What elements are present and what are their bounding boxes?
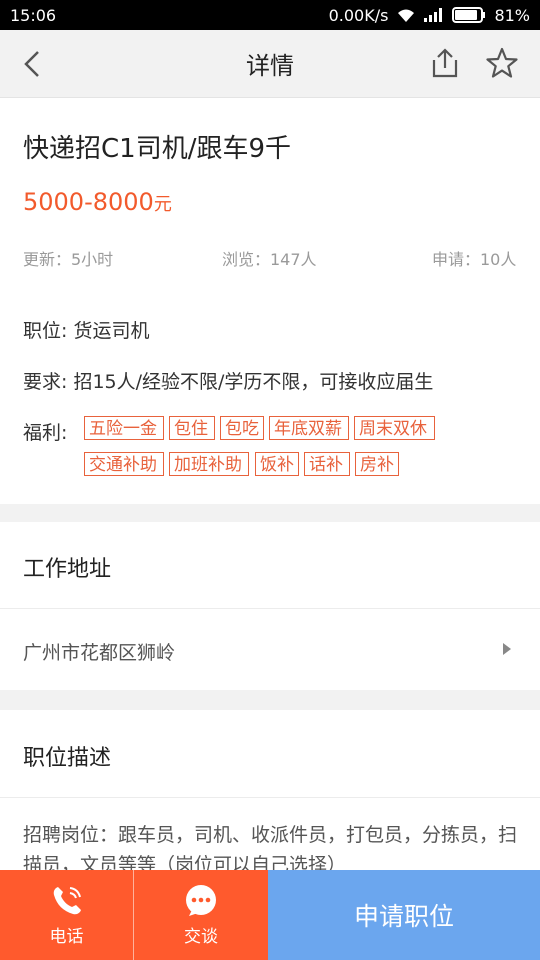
benefit-tag: 加班补助 [169,452,249,476]
chat-button[interactable]: 交谈 [134,870,268,960]
salary-unit: 元 [153,194,172,215]
benefit-tag: 五险一金 [84,416,164,440]
update-time: 更新：5小时 [23,250,114,269]
apply-button[interactable]: 申请职位 [268,870,540,960]
status-right: 0.00K/s 81% [329,6,530,25]
requirement-value: 招15人/经验不限/学历不限，可接收应届生 [73,371,434,393]
benefit-tag: 交通补助 [84,452,164,476]
status-time: 15:06 [10,5,57,25]
position-value: 货运司机 [73,320,150,342]
address-value: 广州市花都区狮岭 [23,642,176,664]
benefits-label: 福利: [23,422,68,444]
bottom-action-bar: 电话 交谈 申请职位 [0,870,540,960]
position-row: 职位: 货运司机 [23,316,149,343]
apply-count: 申请：10人 [432,250,517,269]
benefit-tag: 包住 [169,416,215,440]
requirement-row: 要求: 招15人/经验不限/学历不限，可接收应届生 [23,367,433,394]
signal-icon [424,8,443,22]
benefit-tag: 年底双薪 [269,416,349,440]
salary: 5000-8000元 [23,188,172,216]
phone-label: 电话 [49,926,84,947]
requirement-label: 要求: [23,371,68,393]
wifi-icon [398,9,415,22]
address-heading: 工作地址 [23,557,112,582]
status-bar: 15:06 0.00K/s 81% [0,0,540,30]
position-label: 职位: [23,320,68,342]
benefit-tag: 话补 [304,452,350,476]
share-icon[interactable] [428,46,462,80]
battery-level: 81% [494,5,530,25]
description-heading: 职位描述 [23,746,112,771]
page-title: 详情 [246,52,294,80]
favorite-star-icon[interactable] [485,46,519,80]
job-title: 快递招C1司机/跟车9千 [23,134,291,164]
back-arrow-icon[interactable] [18,48,50,80]
salary-range: 5000-8000 [23,188,154,216]
benefit-tag: 包吃 [220,416,264,440]
phone-button[interactable]: 电话 [0,870,134,960]
divider [0,797,540,798]
benefit-tag: 饭补 [255,452,299,476]
phone-icon [53,886,81,914]
chat-bubble-icon [186,884,216,916]
benefit-tag: 房补 [355,452,399,476]
chat-label: 交谈 [184,926,218,947]
nav-bar: 详情 [0,30,540,98]
benefit-tag: 周末双休 [354,416,435,440]
network-speed: 0.00K/s [328,5,389,25]
battery-icon [452,7,486,23]
chevron-right-icon [503,643,511,655]
view-count: 浏览：147人 [222,250,317,269]
